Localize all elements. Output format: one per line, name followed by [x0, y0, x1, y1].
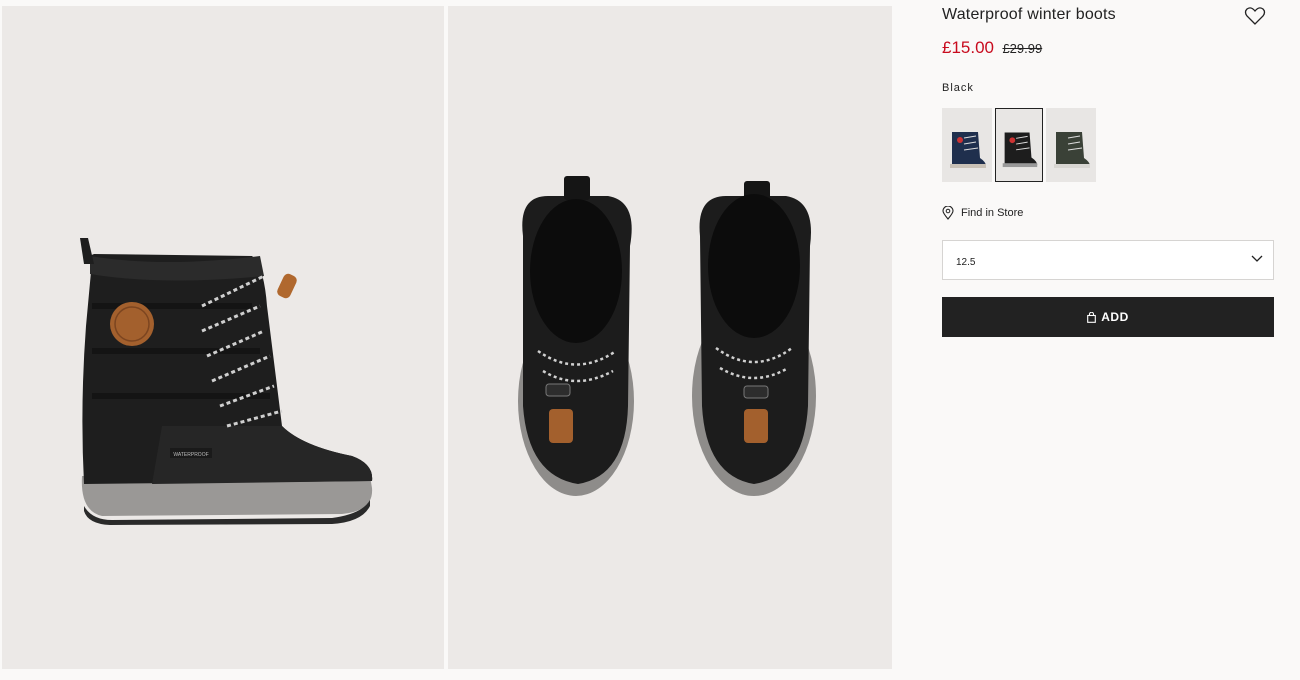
boot-top-illustration	[448, 6, 892, 669]
sale-price: £15.00	[942, 38, 994, 57]
swatch-navy[interactable]	[942, 108, 992, 182]
swatch-black[interactable]	[995, 108, 1043, 182]
size-value: 12.5	[956, 257, 976, 268]
size-select[interactable]: 12.5	[942, 240, 1274, 280]
heart-icon[interactable]	[1244, 6, 1266, 26]
original-price: £29.99	[1002, 41, 1043, 56]
boot-side-illustration: WATERPROOF	[2, 6, 444, 669]
boot-thumbnail-navy	[942, 108, 992, 182]
shopping-bag-icon	[1087, 311, 1097, 323]
product-title: Waterproof winter boots	[942, 6, 1116, 23]
add-button-label: ADD	[1101, 310, 1129, 324]
product-image-side[interactable]: WATERPROOF	[2, 6, 444, 669]
add-to-bag-button[interactable]: ADD	[942, 297, 1274, 337]
location-pin-icon	[942, 206, 954, 220]
color-swatches	[942, 108, 1096, 182]
find-in-store-label: Find in Store	[961, 207, 1024, 219]
chevron-down-icon	[1251, 255, 1263, 262]
selected-color-label: Black	[942, 82, 974, 94]
swatch-dark-green[interactable]	[1046, 108, 1096, 182]
boot-thumbnail-green	[1046, 108, 1096, 182]
price-row: £15.00 £29.99	[942, 38, 1042, 58]
product-image-top[interactable]	[448, 6, 892, 669]
side-brand-text: WATERPROOF	[173, 452, 208, 458]
product-page: WATERPROOF Waterproof winter boots £15.0…	[0, 0, 1300, 680]
find-in-store-link[interactable]: Find in Store	[942, 206, 1023, 220]
boot-thumbnail-black	[996, 110, 1042, 180]
